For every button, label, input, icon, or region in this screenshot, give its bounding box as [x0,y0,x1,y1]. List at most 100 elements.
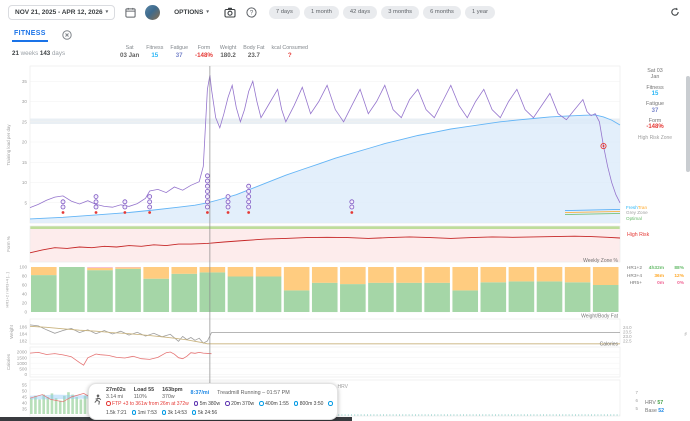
hrv-value: 57 [657,400,663,406]
stat-date: Sat03 Jan [120,45,139,59]
fitness-dashboard: 5101520253035020406080100186184182200015… [0,0,690,421]
svg-text:45: 45 [22,395,28,400]
tooltip-bests-row-1: FTP +3 to 361w from 26m at 372w 5m 380w … [106,401,333,407]
svg-text:100: 100 [19,265,27,270]
best-400m[interactable]: 400m 1:55 [259,401,289,407]
svg-text:35: 35 [22,79,28,84]
svg-text:Weight: Weight [9,324,14,338]
tab-bar: FITNESS [0,26,690,43]
svg-text:1500: 1500 [17,355,28,360]
load-intensity: Load 55110% [134,387,154,400]
hr-power: 163bpm370w [162,387,182,400]
svg-text:184: 184 [19,332,27,337]
svg-text:40: 40 [22,292,28,297]
best-800m[interactable]: 800m 3:50 [294,401,324,407]
pill-6-months[interactable]: 6 months [423,6,461,19]
base-value: 52 [658,408,664,414]
best-5k[interactable]: 5k 24:56 [192,410,217,416]
close-tab-icon[interactable] [60,28,74,42]
running-icon [93,394,102,412]
power-best-icon [194,401,199,406]
svg-text:%: % [683,332,688,336]
svg-text:15: 15 [22,160,28,165]
cursor-date: Sat 03Jan [624,68,686,81]
stat-bodyfat: Body Fat23.7 [243,45,264,59]
svg-text:HRV: HRV [338,384,349,390]
pill-42-days[interactable]: 42 days [343,6,377,19]
svg-text:6: 6 [636,398,639,403]
svg-text:25: 25 [22,119,28,124]
svg-text:22.5: 22.5 [623,339,632,344]
days-count: 143 [40,50,50,57]
svg-text:Weight/Body Fat: Weight/Body Fat [581,314,618,320]
svg-text:Calories: Calories [6,353,11,370]
date-range-button[interactable]: NOV 21, 2025 - APR 12, 2026 ▾ [8,5,115,20]
tab-fitness-label: FITNESS [14,30,46,37]
stat-kcal: kcal Consumed? [272,45,309,59]
pace-best-icon [192,410,197,415]
calendar-icon[interactable] [123,5,137,19]
svg-text:55: 55 [22,383,28,388]
refresh-icon[interactable] [668,5,682,19]
hr-row-5: HR5+0m0% [622,281,688,286]
options-button[interactable]: OPTIONS ▾ [168,8,215,17]
power-best-icon [225,401,230,406]
stat-fatigue: Fatigue37 [170,45,188,59]
hr-zone-summary: HR1+24h32m88% HR3+436m12% HR5+0m0% [622,266,688,289]
period-summary: 21 weeks 143 days [12,50,65,57]
range-pills: 7 days 1 month 42 days 3 months 6 months… [269,6,495,19]
best-20m[interactable]: 20m 370w [225,401,254,407]
camera-icon[interactable] [223,5,237,19]
svg-text:HR1+2 / HR3+4 [...]: HR1+2 / HR3+4 [...] [5,272,10,307]
pace-value: 8:37/mi [191,387,210,396]
help-icon[interactable]: ? [245,5,259,19]
tab-fitness[interactable]: FITNESS [12,28,48,42]
tooltip-bests-row-2: 1.5k 7:21 1mi 7:53 3k 14:53 5k 24:56 [106,410,217,416]
pace-best-icon [132,410,137,415]
form-zone-legend: FreshTran Grey Zone Optimal [626,205,648,221]
pill-1-year[interactable]: 1 year [465,6,495,19]
rp-fatigue-value: 37 [624,108,686,114]
cursor-form: Form -148% [624,118,686,131]
ftp-icon [106,401,111,406]
activity-tooltip: 27m02s3.14 mi Load 55110% 163bpm370w 8:3… [88,383,338,420]
duration-distance: 27m02s3.14 mi [106,387,126,400]
svg-text:?: ? [250,9,254,16]
pace-best-icon [294,401,299,406]
svg-text:50: 50 [22,389,28,394]
risk-zone-label: High Risk Zone [624,135,686,141]
svg-text:Form %: Form % [6,236,11,251]
rp-form-value: -148% [624,124,686,130]
pill-3-months[interactable]: 3 months [381,6,419,19]
svg-text:5: 5 [24,200,27,205]
best-3k[interactable]: 3k 14:53 [162,410,187,416]
stat-weight: Weight180.2 [220,45,236,59]
ftp-change-note[interactable]: FTP +3 to 361w from 26m at 372w [106,401,189,407]
svg-text:500: 500 [19,367,27,372]
svg-text:20: 20 [22,140,28,145]
rp-fitness-value: 15 [624,91,686,97]
svg-text:182: 182 [19,339,27,344]
svg-text:5: 5 [636,406,639,411]
svg-text:Training load per day: Training load per day [6,124,11,166]
hrv-summary: HRV 57 Base 52 [645,399,664,416]
best-5m[interactable]: 5m 380w [194,401,220,407]
svg-text:20: 20 [22,301,28,306]
pill-7-days[interactable]: 7 days [269,6,300,19]
best-1500m[interactable]: 1.5k 7:21 [106,410,127,416]
svg-text:60: 60 [22,283,28,288]
pill-1-month[interactable]: 1 month [304,6,339,19]
caret-down-icon: ▾ [106,9,109,15]
weeks-label: weeks [21,50,39,57]
avatar[interactable] [145,5,160,20]
stats-columns: Sat03 Jan Fitness15 Fatigue37 Form-148% … [120,45,308,59]
hr-row-1-2: HR1+24h32m88% [622,266,688,271]
svg-text:7: 7 [636,390,639,395]
cursor-fatigue: Fatigue 37 [624,101,686,114]
scrollbar[interactable] [686,76,690,172]
svg-text:80: 80 [22,274,28,279]
activity-title[interactable]: Treadmill Running – 01:57 PM [217,387,290,396]
cursor-info-panel: Sat 03Jan Fitness 15 Fatigue 37 Form -14… [624,68,686,141]
best-1mi[interactable]: 1mi 7:53 [132,410,157,416]
svg-text:10: 10 [22,180,28,185]
